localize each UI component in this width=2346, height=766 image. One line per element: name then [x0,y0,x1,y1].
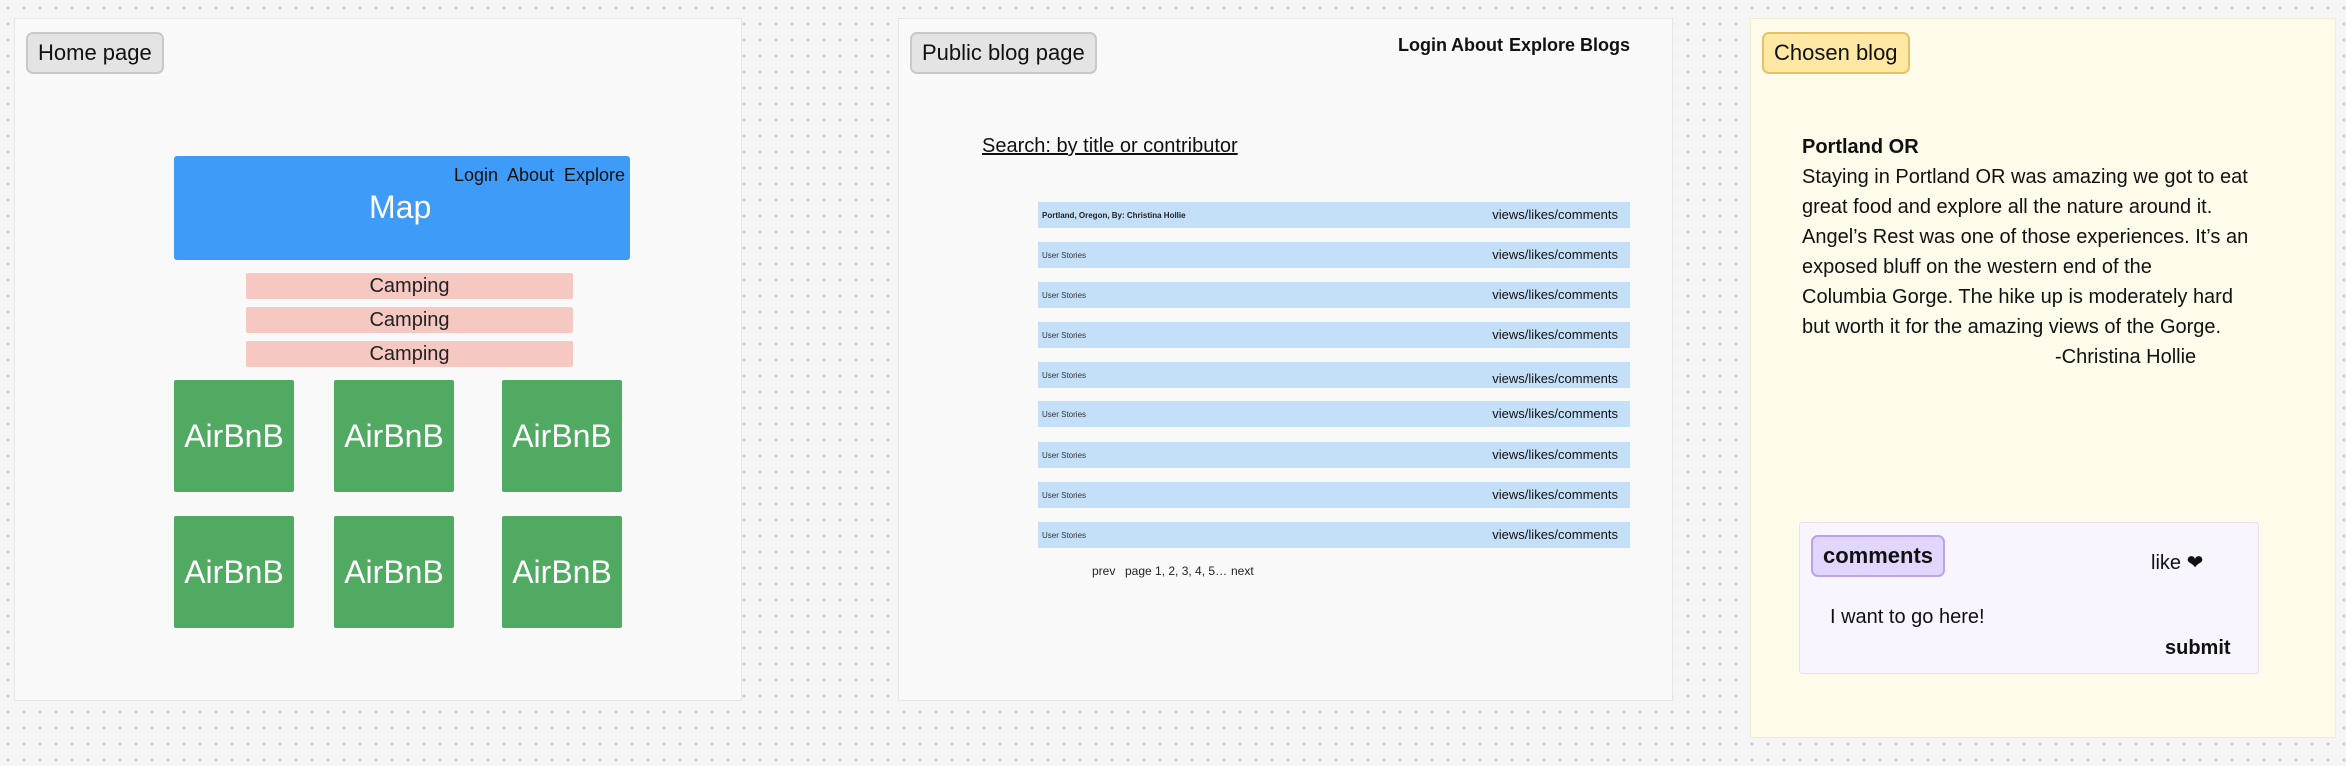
comments-label: comments [1811,535,1946,577]
blog-nav-login[interactable]: Login [1398,35,1447,56]
blog-row[interactable]: User Stories views/likes/comments [1038,322,1630,348]
blog-post-signature: -Christina Hollie [2055,346,2197,368]
heart-icon: ❤ [2186,552,2204,574]
map-nav-explore[interactable]: Explore [564,165,625,186]
blog-row-meta: views/likes/comments [1492,207,1618,222]
blog-row-meta: views/likes/comments [1492,327,1618,342]
blog-nav-explore[interactable]: Explore [1509,35,1575,56]
blog-row[interactable]: User Stories views/likes/comments [1038,282,1630,308]
public-blog-label: Public blog page [910,32,1097,74]
submit-button[interactable]: submit [2165,637,2231,660]
blog-row[interactable]: User Stories views/likes/comments [1038,362,1630,388]
blog-row-title: Portland, Oregon, By: Christina Hollie [1042,211,1186,220]
blog-row-meta: views/likes/comments [1492,371,1618,386]
blog-post-title: Portland OR [1802,136,1919,158]
blog-post-line: exposed bluff on the western end of the [1802,256,2152,278]
airbnb-tile-3[interactable]: AirBnB [502,380,622,492]
blog-row[interactable]: Portland, Oregon, By: Christina Hollie v… [1038,202,1630,228]
blog-row[interactable]: User Stories views/likes/comments [1038,242,1630,268]
blog-post-line: Staying in Portland OR was amazing we go… [1802,166,2248,188]
blog-row[interactable]: User Stories views/likes/comments [1038,401,1630,427]
blog-row[interactable]: User Stories views/likes/comments [1038,442,1630,468]
blog-post-line: Columbia Gorge. The hike up is moderatel… [1802,286,2233,308]
blog-post-line: Angel’s Rest was one of those experience… [1802,226,2249,248]
airbnb-tile-4[interactable]: AirBnB [174,516,294,628]
map-nav-about[interactable]: About [507,165,554,186]
blog-row-title: User Stories [1042,251,1087,260]
blog-row-meta: views/likes/comments [1492,247,1618,262]
blog-row-meta: views/likes/comments [1492,287,1618,302]
blog-row-meta: views/likes/comments [1492,406,1618,421]
blog-row-meta: views/likes/comments [1492,447,1618,462]
blog-row-title: User Stories [1042,451,1087,460]
home-page-label: Home page [26,32,164,74]
public-blog-frame [898,18,1673,701]
camping-item-2[interactable]: Camping [246,307,573,333]
blog-row[interactable]: User Stories views/likes/comments [1038,482,1630,508]
like-label: like [2151,552,2182,574]
blog-row-title: User Stories [1042,331,1087,340]
blog-row[interactable]: User Stories views/likes/comments [1038,522,1630,548]
blog-nav-blogs[interactable]: Blogs [1580,35,1630,56]
blog-row-meta: views/likes/comments [1492,527,1618,542]
airbnb-tile-5[interactable]: AirBnB [334,516,454,628]
blog-row-title: User Stories [1042,491,1087,500]
like-button[interactable]: like ❤ [2151,550,2203,575]
blog-row-title: User Stories [1042,531,1087,540]
pager-prev[interactable]: prev [1092,564,1115,578]
blog-row-title: User Stories [1042,410,1087,419]
map-nav-login[interactable]: Login [454,165,498,186]
blog-row-title: User Stories [1042,291,1087,300]
airbnb-tile-2[interactable]: AirBnB [334,380,454,492]
map-label: Map [369,189,432,225]
blog-row-meta: views/likes/comments [1492,487,1618,502]
blog-nav-about[interactable]: About [1451,35,1503,56]
blog-search[interactable]: Search: by title or contributor [982,135,1238,158]
blog-row-title: User Stories [1042,371,1087,380]
camping-item-3[interactable]: Camping [246,341,573,367]
pager-next[interactable]: next [1231,564,1254,578]
airbnb-tile-6[interactable]: AirBnB [502,516,622,628]
airbnb-tile-1[interactable]: AirBnB [174,380,294,492]
chosen-blog-label: Chosen blog [1762,32,1910,74]
blog-post-line: but worth it for the amazing views of th… [1802,316,2222,338]
pager-pages[interactable]: page 1, 2, 3, 4, 5… [1125,564,1227,578]
comment-text[interactable]: I want to go here! [1830,606,1985,629]
blog-post-line: great food and explore all the nature ar… [1802,196,2213,218]
camping-item-1[interactable]: Camping [246,273,573,299]
